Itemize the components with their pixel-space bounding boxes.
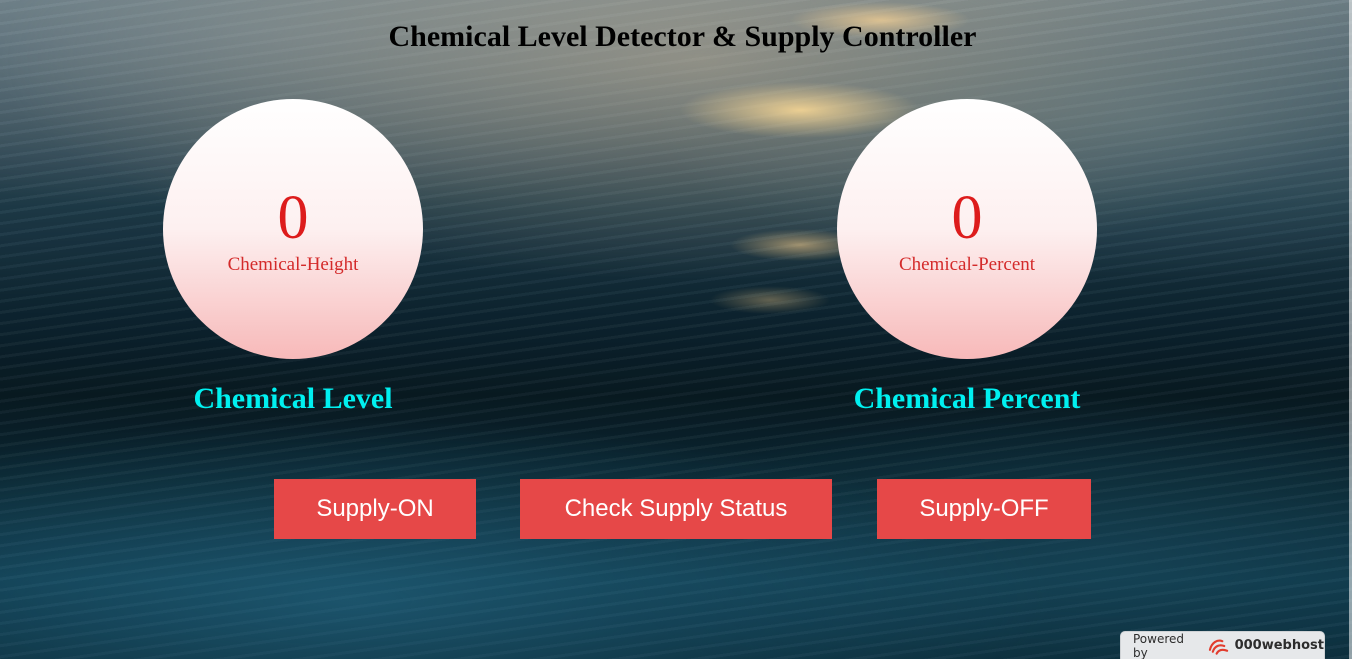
chemical-percent-gauge: 0 Chemical-Percent (837, 99, 1097, 359)
chemical-percent-caption: Chemical Percent (853, 382, 1081, 415)
chemical-height-gauge: 0 Chemical-Height (163, 99, 423, 359)
supply-off-button[interactable]: Supply-OFF (877, 479, 1091, 539)
page-title: Chemical Level Detector & Supply Control… (388, 20, 977, 53)
chemical-percent-value: 0 (951, 184, 983, 252)
powered-by-badge[interactable]: Powered by 000webhost (1120, 631, 1325, 659)
chemical-height-value: 0 (277, 184, 309, 252)
000webhost-logo-icon (1208, 639, 1228, 655)
check-supply-status-button[interactable]: Check Supply Status (520, 479, 832, 539)
supply-on-button[interactable]: Supply-ON (274, 479, 476, 539)
chemical-percent-label: Chemical-Percent (898, 254, 1036, 275)
chemical-level-caption: Chemical Level (193, 382, 393, 415)
000webhost-brand: 000webhost (1234, 638, 1324, 653)
powered-by-label: Powered by (1133, 631, 1185, 659)
chemical-height-label: Chemical-Height (227, 254, 359, 275)
